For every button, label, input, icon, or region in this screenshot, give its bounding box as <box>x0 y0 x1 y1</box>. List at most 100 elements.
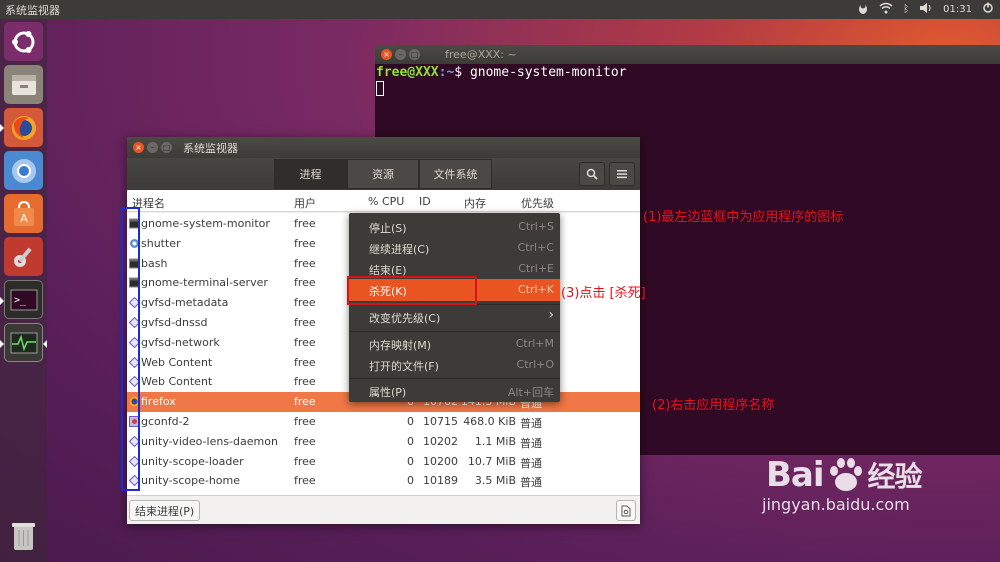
annotation-3: (3)点击 [杀死] <box>561 286 646 301</box>
baidu-watermark: Bai 经验 jingyan.baidu.com <box>762 455 923 514</box>
menu-item-shortcut: Ctrl+E <box>518 262 554 275</box>
terminal-output[interactable]: free@XXX:~$ gnome-system-monitor <box>375 64 1000 98</box>
process-name: gvfsd-dnssd <box>141 316 208 329</box>
terminal-titlebar: × – □ free@XXX: ~ <box>375 45 1000 64</box>
process-priority: 普通 <box>520 417 542 430</box>
menu-item-shortcut: Ctrl+S <box>518 220 554 233</box>
menu-item-label: 停止(S) <box>369 222 407 235</box>
tab-filesystems[interactable]: 文件系统 <box>419 159 492 189</box>
tab-bar: 进程 资源 文件系统 <box>274 159 492 189</box>
baidu-paw-icon <box>829 458 862 491</box>
process-name: firefox <box>141 395 176 409</box>
svg-text:A: A <box>20 212 28 225</box>
process-priority: 普通 <box>520 436 542 450</box>
process-id: 10200 <box>423 454 458 468</box>
process-row[interactable]: unity-scope-home free 0 10189 3.5 MiB 普通 <box>127 471 640 491</box>
process-row[interactable]: unity-video-lens-daemon free 0 10202 1.1 MiB… <box>127 432 640 452</box>
col-header-priority[interactable]: 优先级 <box>521 195 554 211</box>
sysmon-title: 系统监视器 <box>183 141 238 155</box>
annotation-2: (2)右击应用程序名称 <box>652 398 775 413</box>
menu-item-shortcut: Ctrl+K <box>517 283 554 296</box>
menu-item-memory-maps[interactable]: 内存映射(M) Ctrl+M <box>349 333 560 355</box>
system-monitor-icon[interactable] <box>4 323 43 362</box>
process-user: free <box>294 375 316 389</box>
trash-icon[interactable] <box>4 517 43 556</box>
watermark-cn: 经验 <box>867 460 923 493</box>
system-tray: ᛒ 01:31 <box>857 0 994 19</box>
column-headers: 进程名 用户 % CPU ID 内存 优先级 <box>127 190 640 212</box>
process-user: free <box>294 474 316 488</box>
ubuntu-logo-icon[interactable] <box>4 22 43 61</box>
clock[interactable]: 01:31 <box>943 4 972 15</box>
process-name: gvfsd-network <box>141 335 220 349</box>
process-row[interactable]: unity-scope-loader free 0 10200 10.7 MiB 普通 <box>127 452 640 472</box>
process-user: free <box>294 454 316 468</box>
process-name: gnome-system-monitor <box>141 217 270 230</box>
tab-processes[interactable]: 进程 <box>274 159 347 189</box>
process-name: gnome-terminal-server <box>141 276 268 290</box>
close-icon[interactable]: × <box>133 142 144 153</box>
terminal-icon[interactable]: >_ <box>4 280 43 319</box>
process-cpu: 0 <box>407 415 414 428</box>
power-icon[interactable] <box>982 2 994 17</box>
sysmon-headerbar: 进程 资源 文件系统 <box>127 158 640 190</box>
volume-icon[interactable] <box>919 2 933 17</box>
col-header-user[interactable]: 用户 <box>294 195 316 211</box>
launcher: A >_ <box>0 19 47 562</box>
hamburger-menu-icon <box>617 170 627 179</box>
chevron-right-icon: › <box>548 307 554 323</box>
process-user: free <box>294 276 316 290</box>
process-user: free <box>294 296 316 310</box>
system-settings-icon[interactable] <box>4 237 43 276</box>
menu-item-label: 属性(P) <box>369 386 407 399</box>
chromium-icon[interactable] <box>4 151 43 190</box>
menu-item-properties[interactable]: 属性(P) Alt+回车 <box>349 380 560 402</box>
svg-text:>_: >_ <box>14 295 27 306</box>
process-name: bash <box>141 256 168 270</box>
menu-button[interactable] <box>609 162 635 186</box>
process-row[interactable]: gconfd-2 free 0 10715 468.0 KiB 普通 <box>127 412 640 432</box>
process-cpu: 0 <box>407 434 414 448</box>
terminal-cursor <box>376 81 384 96</box>
menu-item-shortcut: Ctrl+C <box>517 241 554 254</box>
end-process-button[interactable]: 结束进程(P) <box>129 500 201 521</box>
process-user: free <box>294 395 316 409</box>
process-user: free <box>294 236 316 250</box>
bluetooth-icon[interactable]: ᛒ <box>903 4 909 15</box>
menu-item-open-files[interactable]: 打开的文件(F) Ctrl+O <box>349 354 560 376</box>
software-center-icon[interactable]: A <box>4 194 43 233</box>
menu-item-change-priority[interactable]: 改变优先级(C) › <box>349 306 560 328</box>
maximize-icon[interactable]: □ <box>409 49 420 60</box>
minimize-icon[interactable]: – <box>147 142 158 153</box>
properties-button[interactable] <box>616 500 636 521</box>
menu-item-stop[interactable]: 停止(S) Ctrl+S <box>349 216 560 238</box>
col-header-memory[interactable]: 内存 <box>464 195 486 211</box>
process-user: free <box>294 335 316 349</box>
process-user: free <box>294 355 316 369</box>
search-icon <box>586 168 598 180</box>
menu-item-continue[interactable]: 继续进程(C) Ctrl+C <box>349 237 560 259</box>
input-method-icon[interactable] <box>857 2 869 17</box>
menu-item-label: 打开的文件(F) <box>369 360 439 373</box>
terminal-command: gnome-system-monitor <box>469 65 627 80</box>
process-cpu: 0 <box>407 474 414 488</box>
col-header-id[interactable]: ID <box>419 195 431 208</box>
process-name: Web Content <box>141 375 213 389</box>
maximize-icon[interactable]: □ <box>161 142 172 153</box>
menu-item-label: 继续进程(C) <box>369 243 430 256</box>
col-header-cpu[interactable]: % CPU <box>368 195 404 208</box>
files-icon[interactable] <box>4 65 43 104</box>
tab-resources[interactable]: 资源 <box>347 159 419 189</box>
watermark-url: jingyan.baidu.com <box>762 495 910 514</box>
process-memory: 468.0 KiB <box>463 415 516 428</box>
wifi-icon[interactable] <box>879 2 893 17</box>
prompt-user: free@XXX <box>376 65 439 80</box>
document-icon <box>621 505 631 516</box>
minimize-icon[interactable]: – <box>395 49 406 60</box>
search-button[interactable] <box>579 162 605 186</box>
firefox-icon[interactable] <box>4 108 43 147</box>
process-name: unity-scope-home <box>141 474 241 488</box>
menu-separator <box>349 331 560 332</box>
process-name: shutter <box>141 236 181 250</box>
close-icon[interactable]: × <box>381 49 392 60</box>
